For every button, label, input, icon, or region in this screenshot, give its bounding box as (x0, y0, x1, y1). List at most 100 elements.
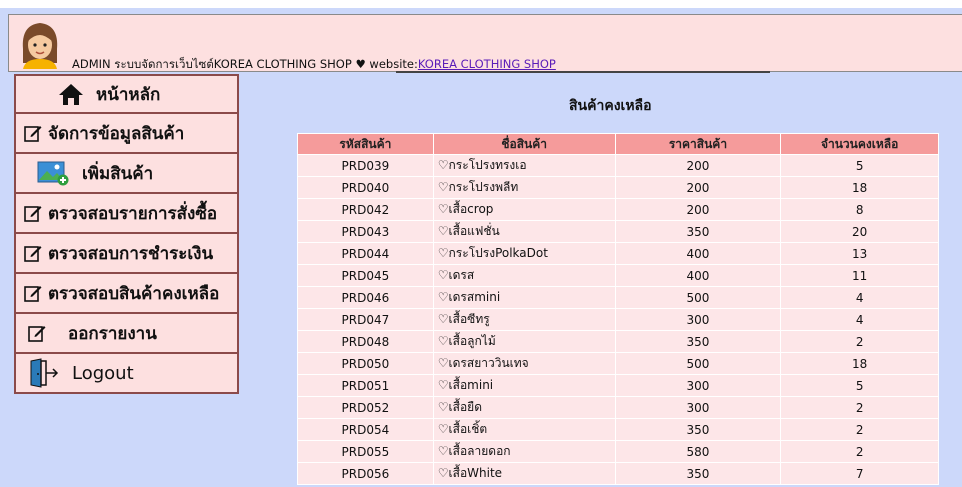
product-qty-cell: 8 (780, 198, 939, 221)
table-row: PRD046 ♡เดรสmini 500 4 (297, 286, 939, 309)
product-price-cell: 300 (614, 374, 782, 397)
admin-avatar-icon (22, 23, 58, 69)
product-price-cell: 200 (614, 198, 782, 221)
stock-table: รหัสสินค้า ชื่อสินค้า ราคาสินค้า จำนวนคง… (297, 133, 939, 485)
product-price-cell: 400 (614, 264, 782, 287)
product-id-cell: PRD052 (297, 396, 434, 419)
product-qty-cell: 5 (780, 154, 939, 177)
header-divider (396, 71, 770, 73)
sidebar-item-check-payments[interactable]: ตรวจสอบการชำระเงิน (14, 234, 239, 274)
product-id-cell: PRD051 (297, 374, 434, 397)
product-id-cell: PRD050 (297, 352, 434, 375)
product-name-cell: ♡เสื้อลายดอก (432, 440, 616, 463)
table-row: PRD047 ♡เสื้อซีทรู 300 4 (297, 308, 939, 331)
sidebar-item-label: ออกรายงาน (68, 323, 157, 344)
column-header-price: ราคาสินค้า (614, 133, 782, 155)
sidebar-item-label: ตรวจสอบรายการสั่งซื้อ (48, 203, 218, 224)
table-row: PRD048 ♡เสื้อลูกไม้ 350 2 (297, 330, 939, 353)
admin-title-text: ADMIN ระบบจัดการเว็บไซต์KOREA CLOTHING S… (72, 57, 352, 71)
product-qty-cell: 11 (780, 264, 939, 287)
column-header-qty: จำนวนคงเหลือ (780, 133, 939, 155)
sidebar-item-label: ตรวจสอบการชำระเงิน (48, 243, 214, 264)
product-qty-cell: 13 (780, 242, 939, 265)
product-price-cell: 500 (614, 286, 782, 309)
table-row: PRD044 ♡กระโปรงPolkaDot 400 13 (297, 242, 939, 265)
table-row: PRD051 ♡เสื้อmini 300 5 (297, 374, 939, 397)
table-row: PRD045 ♡เดรส 400 11 (297, 264, 939, 287)
table-row: PRD040 ♡กระโปรงพลีท 200 18 (297, 176, 939, 199)
product-qty-cell: 7 (780, 462, 939, 485)
header-banner: ADMIN ระบบจัดการเว็บไซต์KOREA CLOTHING S… (8, 14, 962, 72)
product-price-cell: 200 (614, 154, 782, 177)
sidebar-item-manage-products[interactable]: จัดการข้อมูลสินค้า (14, 114, 239, 154)
add-image-icon (36, 161, 70, 186)
product-qty-cell: 2 (780, 440, 939, 463)
table-row: PRD052 ♡เสื้อยืด 300 2 (297, 396, 939, 419)
sidebar-item-logout[interactable]: Logout (14, 354, 239, 394)
product-qty-cell: 2 (780, 396, 939, 419)
product-qty-cell: 4 (780, 286, 939, 309)
product-qty-cell: 20 (780, 220, 939, 243)
product-price-cell: 350 (614, 220, 782, 243)
sidebar-item-check-orders[interactable]: ตรวจสอบรายการสั่งซื้อ (14, 194, 239, 234)
table-row: PRD042 ♡เสื้อcrop 200 8 (297, 198, 939, 221)
product-id-cell: PRD054 (297, 418, 434, 441)
product-qty-cell: 2 (780, 418, 939, 441)
product-price-cell: 300 (614, 396, 782, 419)
product-price-cell: 400 (614, 242, 782, 265)
sidebar-item-home[interactable]: หน้าหลัก (14, 74, 239, 114)
product-qty-cell: 18 (780, 176, 939, 199)
sidebar-item-label: หน้าหลัก (96, 84, 161, 105)
column-header-id: รหัสสินค้า (297, 133, 434, 155)
product-id-cell: PRD043 (297, 220, 434, 243)
product-id-cell: PRD042 (297, 198, 434, 221)
product-name-cell: ♡กระโปรงPolkaDot (432, 242, 616, 265)
product-qty-cell: 18 (780, 352, 939, 375)
table-row: PRD050 ♡เดรสยาววินเทจ 500 18 (297, 352, 939, 375)
product-name-cell: ♡เดรสยาววินเทจ (432, 352, 616, 375)
table-row: PRD054 ♡เสื้อเชิ้ต 350 2 (297, 418, 939, 441)
product-id-cell: PRD046 (297, 286, 434, 309)
table-body: PRD039 ♡กระโปรงทรงเอ 200 5 PRD040 ♡กระโปรงพลี… (297, 154, 939, 485)
table-row: PRD055 ♡เสื้อลายดอก 580 2 (297, 440, 939, 463)
sidebar-nav: หน้าหลัก จัดการข้อมูลสินค้า เพิ่มสินค้า … (14, 74, 239, 394)
product-name-cell: ♡เสื้อเชิ้ต (432, 418, 616, 441)
edit-icon (22, 122, 44, 144)
product-qty-cell: 2 (780, 330, 939, 353)
website-prefix: website: (369, 57, 418, 71)
product-id-cell: PRD040 (297, 176, 434, 199)
product-price-cell: 580 (614, 440, 782, 463)
edit-icon (22, 242, 44, 264)
product-price-cell: 350 (614, 330, 782, 353)
product-name-cell: ♡เสื้อWhite (432, 462, 616, 485)
home-icon (56, 83, 86, 105)
product-id-cell: PRD039 (297, 154, 434, 177)
page-title: สินค้าคงเหลือ (569, 98, 652, 114)
logout-icon (28, 358, 60, 388)
product-name-cell: ♡กระโปรงพลีท (432, 176, 616, 199)
top-bar (0, 0, 962, 8)
product-id-cell: PRD045 (297, 264, 434, 287)
product-id-cell: PRD047 (297, 308, 434, 331)
product-name-cell: ♡เสื้อลูกไม้ (432, 330, 616, 353)
sidebar-item-check-stock[interactable]: ตรวจสอบสินค้าคงเหลือ (14, 274, 239, 314)
product-qty-cell: 4 (780, 308, 939, 331)
product-price-cell: 350 (614, 462, 782, 485)
column-header-name: ชื่อสินค้า (432, 133, 616, 155)
product-name-cell: ♡เดรส (432, 264, 616, 287)
edit-icon (22, 282, 44, 304)
sidebar-item-label: เพิ่มสินค้า (82, 163, 154, 184)
sidebar-item-report[interactable]: ออกรายงาน (14, 314, 239, 354)
product-id-cell: PRD055 (297, 440, 434, 463)
edit-icon (26, 322, 48, 344)
product-price-cell: 350 (614, 418, 782, 441)
sidebar-item-label: จัดการข้อมูลสินค้า (48, 123, 185, 144)
product-price-cell: 300 (614, 308, 782, 331)
table-header-row: รหัสสินค้า ชื่อสินค้า ราคาสินค้า จำนวนคง… (297, 133, 939, 155)
product-price-cell: 500 (614, 352, 782, 375)
product-name-cell: ♡เสื้อแฟชั่น (432, 220, 616, 243)
product-name-cell: ♡กระโปรงทรงเอ (432, 154, 616, 177)
product-name-cell: ♡เสื้อซีทรู (432, 308, 616, 331)
website-link[interactable]: KOREA CLOTHING SHOP (418, 57, 556, 71)
sidebar-item-add-product[interactable]: เพิ่มสินค้า (14, 154, 239, 194)
